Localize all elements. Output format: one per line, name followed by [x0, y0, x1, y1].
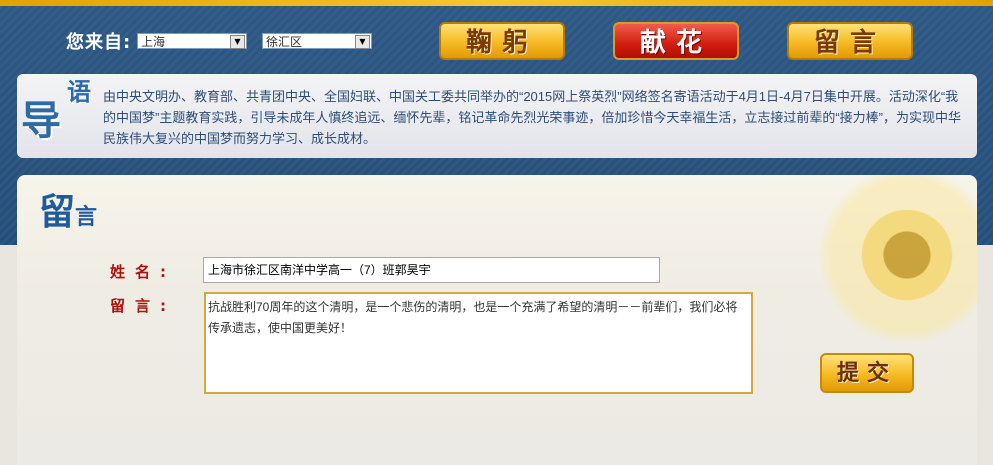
intro-panel: 导 语 由中央文明办、教育部、共青团中央、全国妇联、中国关工委共同举办的“201…: [17, 74, 977, 158]
flower-button[interactable]: 献花: [613, 22, 739, 60]
message-button[interactable]: 留言: [787, 22, 913, 60]
intro-text: 由中央文明办、教育部、共青团中央、全国妇联、中国关工委共同举办的“2015网上祭…: [103, 89, 961, 146]
submit-button[interactable]: 提交: [820, 353, 914, 393]
province-value: 上海: [141, 35, 166, 49]
section-title-small: 言: [75, 204, 98, 230]
province-select[interactable]: 上海 ▼: [137, 33, 247, 49]
intro-heading-big: 导: [21, 97, 61, 144]
flower-decoration: [817, 175, 977, 345]
name-input[interactable]: 上海市徐汇区南洋中学高一（7）班郭昊宇: [203, 257, 660, 283]
section-title: 留言: [39, 183, 97, 235]
bow-button[interactable]: 鞠躬: [439, 22, 565, 60]
chevron-down-icon[interactable]: ▼: [230, 35, 245, 49]
message-textarea[interactable]: 抗战胜利70周年的这个清明，是一个悲伤的清明，也是一个充满了希望的清明－－前辈们…: [204, 292, 753, 394]
message-label: 留言:: [110, 297, 176, 315]
intro-heading-small: 语: [67, 77, 91, 106]
district-value: 徐汇区: [266, 35, 303, 49]
from-label: 您来自:: [66, 32, 132, 53]
district-select[interactable]: 徐汇区 ▼: [262, 33, 372, 49]
section-title-big: 留: [39, 191, 76, 233]
intro-heading: 导 语: [21, 77, 101, 144]
chevron-down-icon[interactable]: ▼: [355, 35, 370, 49]
name-label: 姓名:: [110, 263, 176, 281]
